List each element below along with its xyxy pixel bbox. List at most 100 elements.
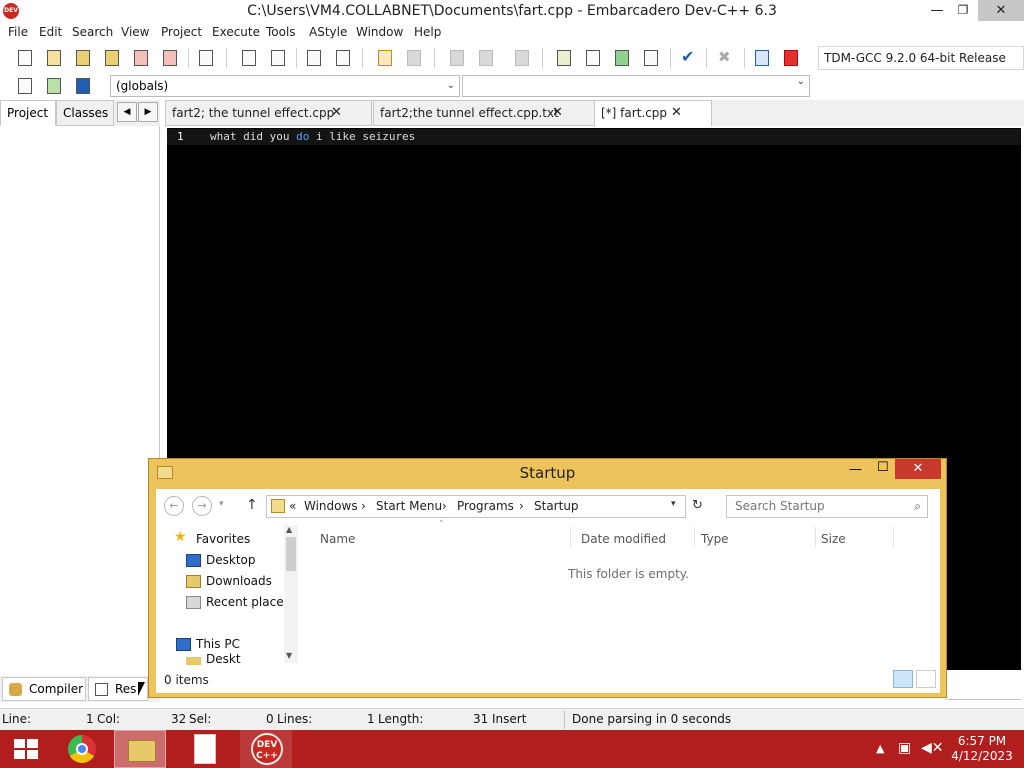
undo-icon[interactable] (376, 49, 394, 67)
nav-desktop-partial[interactable]: Deskt (206, 652, 241, 665)
menu-astyle[interactable]: AStyle (309, 25, 347, 39)
breadcrumb-separator[interactable]: › (361, 499, 366, 513)
network-icon[interactable]: ▣ (898, 740, 911, 768)
chevron-down-icon[interactable]: ▾ (671, 499, 676, 509)
save-all-icon[interactable] (103, 49, 121, 67)
debug-icon[interactable] (782, 49, 800, 67)
restore-button[interactable]: ❐ (950, 0, 976, 21)
new-file-icon[interactable] (16, 49, 34, 67)
print-icon[interactable] (197, 49, 215, 67)
tab-fart2-tunnel-cpp[interactable]: fart2; the tunnel effect.cpp ✕ (165, 100, 372, 126)
menu-project[interactable]: Project (161, 25, 202, 39)
theme-icon[interactable] (613, 49, 631, 67)
tab-fart2-tunnel-txt[interactable]: fart2;the tunnel effect.cpp.txt ✕ (373, 100, 595, 126)
large-icons-view-icon[interactable] (916, 670, 936, 688)
nav-downloads[interactable]: Downloads (206, 574, 272, 588)
breadcrumb-separator[interactable]: › (519, 499, 524, 513)
nav-favorites[interactable]: Favorites (196, 532, 250, 546)
menu-tools[interactable]: Tools (266, 25, 296, 39)
search-input[interactable]: Search Startup ⌕ (726, 495, 928, 518)
tab-scroll-right-icon[interactable]: ▶ (138, 102, 158, 122)
redo-icon[interactable] (405, 49, 423, 67)
close-icon[interactable]: ✕ (331, 101, 342, 125)
explorer-close-button[interactable]: ✕ (895, 459, 941, 479)
close-icon[interactable]: ✕ (671, 101, 682, 125)
start-button[interactable] (2, 730, 54, 768)
breadcrumb-separator[interactable]: › (442, 499, 447, 513)
close-button[interactable]: ✕ (978, 0, 1024, 21)
menu-execute[interactable]: Execute (212, 25, 260, 39)
scroll-up-icon[interactable]: ▲ (286, 525, 292, 534)
stop-icon[interactable]: ✖ (716, 49, 734, 67)
menu-search[interactable]: Search (72, 25, 113, 39)
column-name[interactable]: Name (320, 532, 355, 546)
fullscreen-icon[interactable] (584, 49, 602, 67)
scrollbar-thumb[interactable] (286, 537, 296, 571)
check-syntax-icon[interactable]: ✔ (679, 49, 697, 67)
nav-desktop[interactable]: Desktop (206, 553, 256, 567)
column-size[interactable]: Size (821, 532, 846, 546)
project-tree[interactable] (0, 126, 160, 676)
volume-muted-icon[interactable]: ◀✕ (921, 740, 944, 768)
layout-icon[interactable] (642, 49, 660, 67)
minimize-button[interactable]: — (924, 0, 950, 21)
close-icon[interactable]: ✕ (552, 101, 563, 125)
explorer-maximize-button[interactable]: ☐ (877, 460, 889, 475)
unindent-icon[interactable] (334, 49, 352, 67)
goto-line-icon[interactable] (45, 77, 63, 95)
clock[interactable]: 6:57 PM 4/12/2023 (950, 734, 1014, 764)
globals-combo[interactable]: (globals) ⌄ (110, 75, 460, 97)
comment-icon[interactable] (513, 49, 531, 67)
search-icon[interactable]: ⌕ (914, 496, 921, 517)
forward-icon[interactable]: → (192, 496, 212, 516)
breadcrumb-startup[interactable]: Startup (534, 499, 579, 513)
devcpp-taskbar-button[interactable]: DEV C++ (240, 730, 292, 768)
explorer-taskbar-button[interactable] (114, 730, 166, 768)
goto-bookmark-icon[interactable] (477, 49, 495, 67)
tray-overflow-icon[interactable]: ▲ (876, 742, 884, 768)
insert-icon[interactable] (16, 77, 34, 95)
breadcrumb-overflow[interactable]: « (289, 499, 296, 513)
menu-file[interactable]: File (8, 25, 28, 39)
find-icon[interactable] (240, 49, 258, 67)
tab-classes[interactable]: Classes (56, 100, 114, 126)
file-taskbar-button[interactable] (178, 730, 230, 768)
nav-this-pc[interactable]: This PC (196, 637, 240, 651)
members-combo[interactable]: ⌄ (462, 75, 810, 97)
horizontal-scrollbar[interactable] (945, 699, 1021, 705)
explorer-minimize-button[interactable]: — (849, 462, 862, 477)
menu-help[interactable]: Help (414, 25, 441, 39)
menu-edit[interactable]: Edit (39, 25, 62, 39)
details-view-icon[interactable] (893, 670, 913, 688)
menu-view[interactable]: View (121, 25, 149, 39)
replace-icon[interactable] (269, 49, 287, 67)
tab-fart-cpp[interactable]: [*] fart.cpp ✕ (594, 100, 712, 126)
chart-icon[interactable] (753, 49, 771, 67)
breadcrumb-windows[interactable]: Windows (304, 499, 358, 513)
tab-project[interactable]: Project (0, 100, 56, 126)
menu-window[interactable]: Window (356, 25, 403, 39)
recent-locations-icon[interactable]: ▾ (219, 499, 224, 509)
compiler-select[interactable]: TDM-GCC 9.2.0 64-bit Release (818, 46, 1024, 70)
close-file-icon[interactable] (132, 49, 150, 67)
code-line[interactable]: what did you do i like seizures (210, 130, 415, 143)
refresh-icon[interactable]: ↻ (692, 498, 703, 513)
column-type[interactable]: Type (701, 532, 729, 546)
tab-scroll-left-icon[interactable]: ◀ (117, 102, 137, 122)
toggle-bookmark-icon[interactable] (448, 49, 466, 67)
breadcrumb-programs[interactable]: Programs (457, 499, 514, 513)
up-icon[interactable]: ↑ (246, 497, 258, 513)
breadcrumb-start-menu[interactable]: Start Menu (376, 499, 442, 513)
tab-compiler[interactable]: Compiler (2, 677, 86, 701)
save-icon[interactable] (74, 49, 92, 67)
close-all-icon[interactable] (161, 49, 179, 67)
new-project-icon[interactable] (555, 49, 573, 67)
column-date-modified[interactable]: Date modified (581, 532, 666, 546)
open-file-icon[interactable] (45, 49, 63, 67)
scroll-down-icon[interactable]: ▼ (286, 651, 292, 660)
back-icon[interactable]: ← (164, 496, 184, 516)
indent-icon[interactable] (305, 49, 323, 67)
chrome-taskbar-button[interactable] (54, 730, 106, 768)
nav-recent-places[interactable]: Recent places (206, 595, 290, 609)
nav-scrollbar[interactable]: ▲ ▼ (284, 525, 298, 663)
